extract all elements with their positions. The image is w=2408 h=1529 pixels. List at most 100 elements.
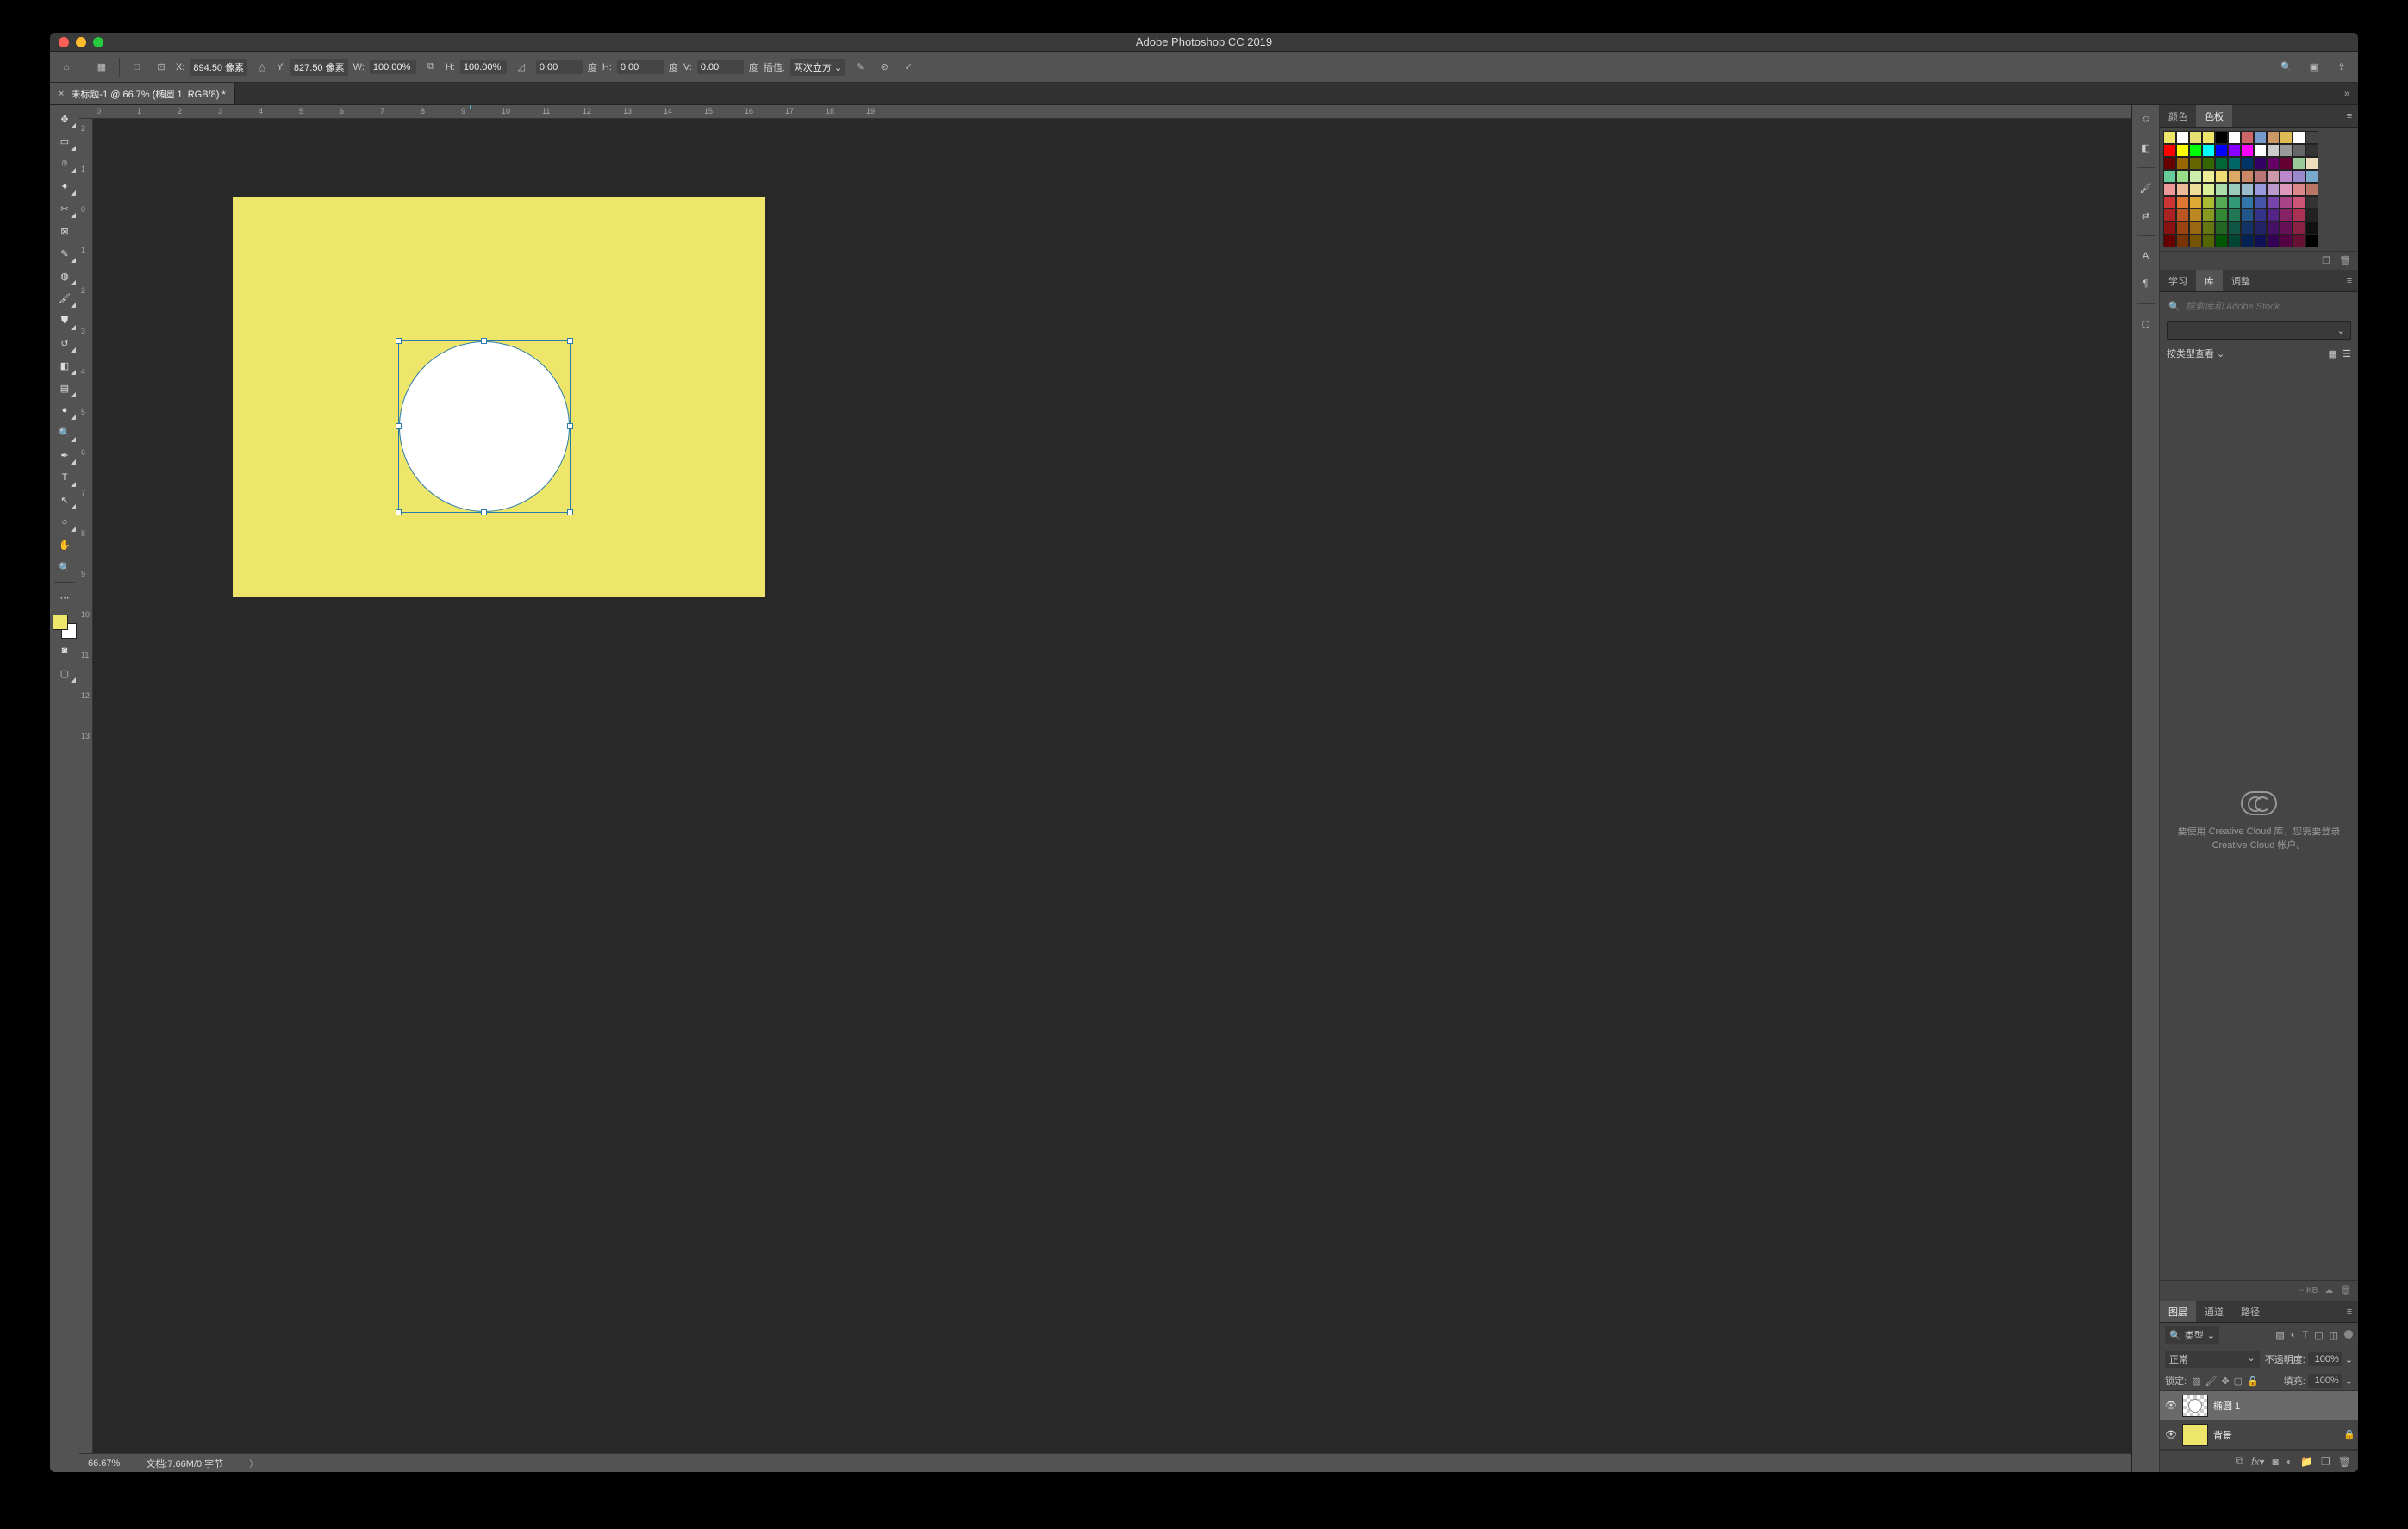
panel-menu-icon[interactable]: ≡ [2341, 1301, 2358, 1322]
color-swatch[interactable] [2280, 209, 2293, 222]
color-swatch[interactable] [2202, 157, 2215, 170]
view-by-label[interactable]: 按类型查看 ⌄ [2167, 346, 2224, 360]
color-swatch[interactable] [2254, 131, 2267, 144]
filter-toggle-icon[interactable] [2344, 1330, 2353, 1339]
color-swatch[interactable] [2176, 183, 2189, 196]
color-swatch[interactable] [2305, 234, 2318, 247]
color-swatch[interactable] [2163, 234, 2176, 247]
filter-type-icon[interactable]: T [2302, 1330, 2308, 1341]
handle-sw[interactable] [396, 509, 402, 515]
color-swatch[interactable] [2293, 144, 2305, 157]
color-swatch[interactable] [2215, 209, 2228, 222]
color-swatch[interactable] [2228, 183, 2241, 196]
color-swatch[interactable] [2293, 196, 2305, 209]
workspace-icon[interactable]: ▣ [2305, 58, 2324, 77]
color-swatch[interactable] [2293, 209, 2305, 222]
color-swatch[interactable] [2228, 209, 2241, 222]
handle-n[interactable] [481, 338, 487, 344]
crop-tool[interactable]: ✂ [53, 198, 77, 219]
color-swatch[interactable] [2228, 131, 2241, 144]
color-swatch[interactable] [2202, 209, 2215, 222]
color-swatch[interactable] [2241, 144, 2254, 157]
color-swatch[interactable] [2163, 131, 2176, 144]
adjustment-layer-icon[interactable]: ◐ [2286, 1456, 2293, 1468]
color-swatch[interactable] [2305, 157, 2318, 170]
brush-tool[interactable]: 🖌 [53, 288, 77, 309]
color-swatch[interactable] [2280, 157, 2293, 170]
history-panel-icon[interactable]: ⎌ [2137, 110, 2155, 129]
layer-thumbnail[interactable] [2182, 1424, 2208, 1446]
move-tool[interactable]: ✥ [53, 109, 77, 129]
color-swatch[interactable] [2176, 234, 2189, 247]
color-swatch[interactable] [2202, 183, 2215, 196]
color-swatch[interactable] [2228, 234, 2241, 247]
color-swatch[interactable] [2176, 209, 2189, 222]
canvas-stage[interactable] [93, 119, 2131, 1453]
zoom-window-button[interactable] [93, 37, 103, 47]
color-swatch[interactable] [2305, 144, 2318, 157]
frame-tool[interactable]: ⊠ [53, 221, 77, 241]
foreground-color-swatch[interactable] [53, 615, 68, 630]
color-swatch[interactable] [2215, 144, 2228, 157]
color-swatch[interactable] [2189, 209, 2202, 222]
color-swatch[interactable] [2228, 170, 2241, 183]
color-swatch[interactable] [2267, 157, 2280, 170]
color-swatch[interactable] [2189, 183, 2202, 196]
close-window-button[interactable] [59, 37, 69, 47]
color-swatch[interactable] [2241, 222, 2254, 234]
color-swatch[interactable] [2241, 183, 2254, 196]
color-swatch[interactable] [2280, 196, 2293, 209]
color-swatch[interactable] [2254, 222, 2267, 234]
color-swatch[interactable] [2267, 209, 2280, 222]
screen-mode-icon[interactable]: ▢ [53, 663, 77, 683]
color-swatch[interactable] [2163, 196, 2176, 209]
delete-layer-icon[interactable]: 🗑 [2338, 1456, 2351, 1468]
angle-value[interactable]: 0.00 [536, 60, 583, 74]
color-swatch[interactable] [2176, 157, 2189, 170]
share-icon[interactable]: ⇪ [2332, 58, 2351, 77]
grid-view-icon[interactable]: ▦ [2329, 349, 2337, 359]
color-swatch[interactable] [2280, 144, 2293, 157]
x-value[interactable]: 894.50 像素 [190, 59, 247, 76]
layer-style-icon[interactable]: fx▾ [2251, 1456, 2264, 1468]
color-swatch[interactable] [2176, 222, 2189, 234]
blend-mode-select[interactable]: 正常⌄ [2165, 1351, 2260, 1368]
color-swatch[interactable] [2280, 131, 2293, 144]
swatches-tab[interactable]: 色板 [2196, 105, 2232, 127]
path-selection-tool[interactable]: ↖ [53, 490, 77, 510]
filter-shape-icon[interactable]: ▢ [2314, 1330, 2323, 1341]
color-swatch[interactable] [2228, 157, 2241, 170]
color-swatch[interactable] [2202, 234, 2215, 247]
marquee-tool[interactable]: ▭ [53, 131, 77, 152]
ruler-horizontal[interactable]: 012345678910111213141516171819 [79, 105, 2131, 119]
color-swatch[interactable] [2176, 170, 2189, 183]
w-value[interactable]: 100.00% [370, 60, 416, 74]
new-swatch-icon[interactable]: ❐ [2322, 255, 2330, 266]
library-tab[interactable]: 库 [2196, 270, 2223, 291]
transform-ref-icon[interactable]: ▦ [92, 58, 111, 77]
color-swatch[interactable] [2293, 183, 2305, 196]
lock-all-icon[interactable]: 🔒 [2247, 1376, 2259, 1387]
color-swatch[interactable] [2293, 234, 2305, 247]
warp-icon[interactable]: ✎ [851, 58, 870, 77]
edit-toolbar-icon[interactable]: ⋯ [53, 587, 77, 608]
lock-position-icon[interactable]: ✥ [2221, 1376, 2229, 1387]
layer-row[interactable]: 👁 背景 🔒 [2160, 1420, 2358, 1450]
color-swatch[interactable] [2267, 131, 2280, 144]
handle-w[interactable] [396, 423, 402, 429]
color-swatch[interactable] [2189, 144, 2202, 157]
color-swatch[interactable] [2241, 209, 2254, 222]
color-swatch[interactable] [2202, 170, 2215, 183]
color-swatch[interactable] [2305, 131, 2318, 144]
filter-smart-icon[interactable]: ◫ [2330, 1330, 2338, 1341]
color-swatch[interactable] [2215, 234, 2228, 247]
library-selector[interactable]: ⌄ [2167, 321, 2351, 340]
color-swatch[interactable] [2163, 209, 2176, 222]
y-value[interactable]: 827.50 像素 [290, 59, 348, 76]
color-tab[interactable]: 颜色 [2160, 105, 2196, 127]
transform-bounding-box[interactable] [398, 340, 571, 513]
cancel-transform-icon[interactable]: ⊘ [875, 58, 894, 77]
character-panel-icon[interactable]: A [2137, 247, 2155, 265]
layer-name[interactable]: 椭圆 1 [2213, 1399, 2358, 1413]
color-swatch[interactable] [2163, 222, 2176, 234]
